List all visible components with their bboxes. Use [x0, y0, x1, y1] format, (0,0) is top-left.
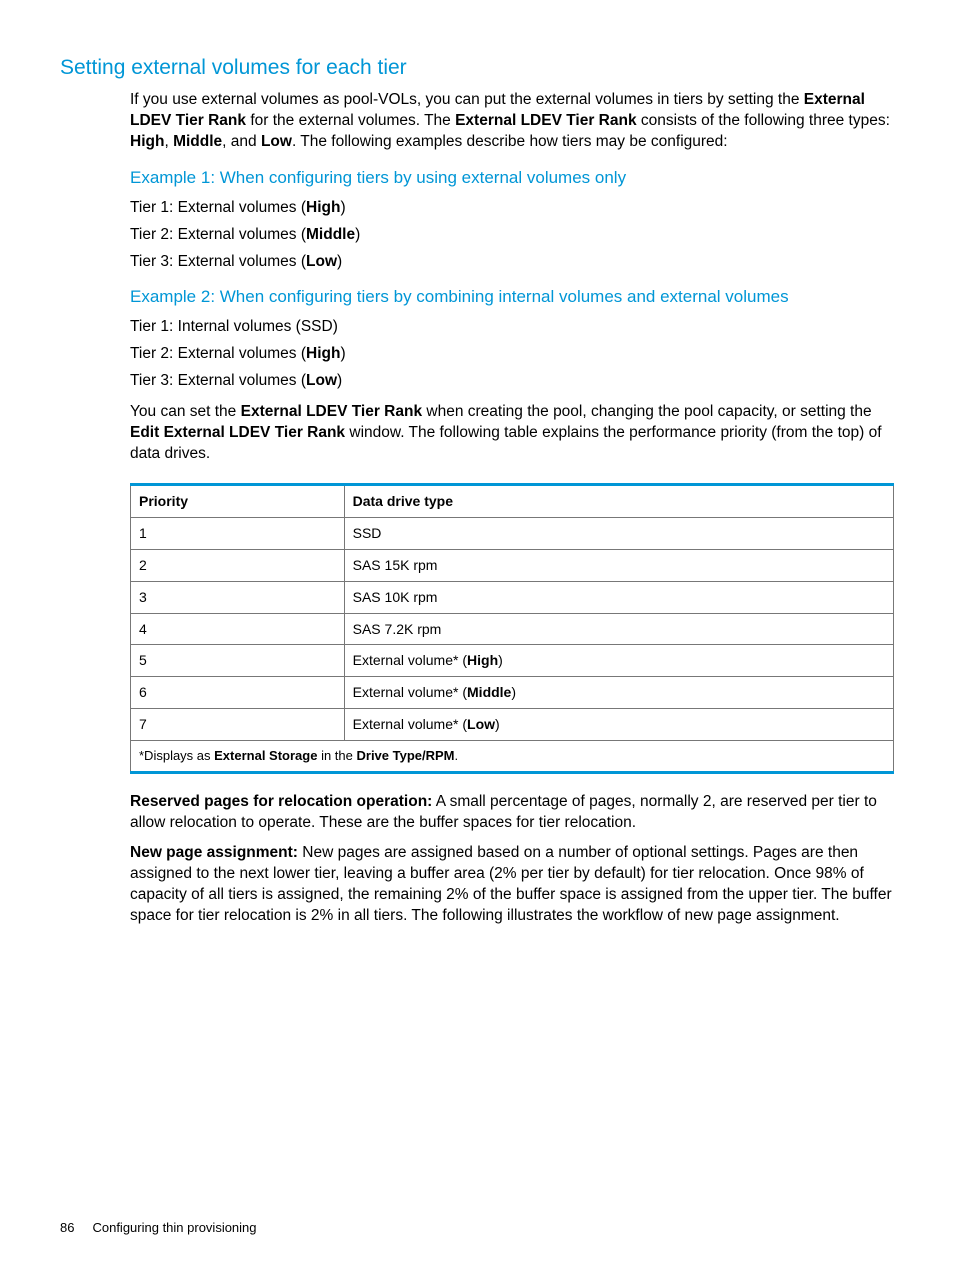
text: ): [337, 253, 342, 270]
table-footnote-row: *Displays as External Storage in the Dri…: [131, 741, 894, 773]
text: Tier 1: Internal volumes (SSD): [130, 318, 338, 335]
cell-type: SAS 10K rpm: [344, 581, 893, 613]
reserved-pages-paragraph: Reserved pages for relocation operation:…: [130, 792, 894, 834]
cell-type: External volume* (High): [344, 645, 893, 677]
tier-line: Tier 2: External volumes (High): [130, 344, 894, 365]
table-row: 1 SSD: [131, 517, 894, 549]
cell-type: External volume* (Low): [344, 709, 893, 741]
text-bold: Middle: [467, 684, 511, 700]
text: ): [337, 372, 342, 389]
text-bold: Middle: [306, 226, 355, 243]
text: ): [511, 684, 516, 700]
text: Tier 3: External volumes (: [130, 253, 306, 270]
text-bold: High: [306, 345, 340, 362]
text: consists of the following three types:: [637, 112, 890, 129]
tier-line: Tier 2: External volumes (Middle): [130, 225, 894, 246]
text-bold: Edit External LDEV Tier Rank: [130, 424, 345, 441]
text: Tier 1: External volumes (: [130, 199, 306, 216]
text: Tier 2: External volumes (: [130, 226, 306, 243]
cell-priority: 1: [131, 517, 345, 549]
table-row: 6External volume* (Middle): [131, 677, 894, 709]
tier-line: Tier 3: External volumes (Low): [130, 252, 894, 273]
cell-priority: 5: [131, 645, 345, 677]
text-bold: Low: [306, 372, 337, 389]
text: ): [340, 199, 345, 216]
text: External volume* (: [353, 652, 467, 668]
table-row: 5External volume* (High): [131, 645, 894, 677]
text: , and: [222, 133, 261, 150]
page-footer: 86 Configuring thin provisioning: [60, 1220, 257, 1235]
text-bold: New page assignment:: [130, 844, 298, 861]
cell-type: SAS 7.2K rpm: [344, 613, 893, 645]
text-bold: High: [467, 652, 498, 668]
text-bold: Low: [306, 253, 337, 270]
text: in the: [317, 748, 356, 763]
intro-paragraph: If you use external volumes as pool-VOLs…: [130, 90, 894, 153]
text: .: [455, 748, 459, 763]
text: ): [495, 716, 500, 732]
table-row: 2 SAS 15K rpm: [131, 549, 894, 581]
page: Setting external volumes for each tier I…: [0, 0, 954, 1271]
text: ): [340, 345, 345, 362]
table-footnote: *Displays as External Storage in the Dri…: [131, 741, 894, 773]
text: SSD: [353, 525, 382, 541]
text: SAS 10K rpm: [353, 589, 438, 605]
text: . The following examples describe how ti…: [292, 133, 728, 150]
priority-table: Priority Data drive type 1 SSD 2 SAS 15K r…: [130, 483, 894, 774]
text: External volume* (: [353, 716, 467, 732]
table-header-drive-type: Data drive type: [344, 484, 893, 517]
text-bold: External Storage: [214, 748, 317, 763]
text: when creating the pool, changing the poo…: [422, 403, 872, 420]
text-bold: External LDEV Tier Rank: [455, 112, 636, 129]
post-example-paragraph: You can set the External LDEV Tier Rank …: [130, 402, 894, 465]
tier-line: Tier 1: Internal volumes (SSD): [130, 317, 894, 338]
table-header-row: Priority Data drive type: [131, 484, 894, 517]
table-row: 7External volume* (Low): [131, 709, 894, 741]
table-header-priority: Priority: [131, 484, 345, 517]
cell-priority: 4: [131, 613, 345, 645]
table-row: 4 SAS 7.2K rpm: [131, 613, 894, 645]
cell-priority: 3: [131, 581, 345, 613]
new-page-assignment-paragraph: New page assignment: New pages are assig…: [130, 843, 894, 927]
text-bold: High: [130, 133, 164, 150]
text: ): [498, 652, 503, 668]
page-number: 86: [60, 1220, 74, 1235]
example2-heading: Example 2: When configuring tiers by com…: [130, 286, 894, 309]
cell-type: SSD: [344, 517, 893, 549]
text: Tier 2: External volumes (: [130, 345, 306, 362]
tier-line: Tier 3: External volumes (Low): [130, 371, 894, 392]
cell-priority: 6: [131, 677, 345, 709]
text-bold: High: [306, 199, 340, 216]
cell-type: External volume* (Middle): [344, 677, 893, 709]
text-bold: External LDEV Tier Rank: [241, 403, 422, 420]
text: *Displays as: [139, 748, 214, 763]
cell-priority: 7: [131, 709, 345, 741]
text: If you use external volumes as pool-VOLs…: [130, 91, 804, 108]
example1-heading: Example 1: When configuring tiers by usi…: [130, 167, 894, 190]
text: SAS 15K rpm: [353, 557, 438, 573]
chapter-title: Configuring thin provisioning: [92, 1220, 256, 1235]
text-bold: Low: [261, 133, 292, 150]
cell-type: SAS 15K rpm: [344, 549, 893, 581]
cell-priority: 2: [131, 549, 345, 581]
text-bold: Low: [467, 716, 495, 732]
section-title: Setting external volumes for each tier: [60, 56, 894, 80]
tier-line: Tier 1: External volumes (High): [130, 198, 894, 219]
text: for the external volumes. The: [246, 112, 455, 129]
text-bold: Drive Type/RPM: [357, 748, 455, 763]
text: ): [355, 226, 360, 243]
body-content: If you use external volumes as pool-VOLs…: [130, 90, 894, 927]
text: SAS 7.2K rpm: [353, 621, 442, 637]
text: You can set the: [130, 403, 241, 420]
text-bold: Reserved pages for relocation operation:: [130, 793, 432, 810]
text-bold: Middle: [173, 133, 222, 150]
text: Tier 3: External volumes (: [130, 372, 306, 389]
text: External volume* (: [353, 684, 467, 700]
text: ,: [164, 133, 173, 150]
table-row: 3 SAS 10K rpm: [131, 581, 894, 613]
